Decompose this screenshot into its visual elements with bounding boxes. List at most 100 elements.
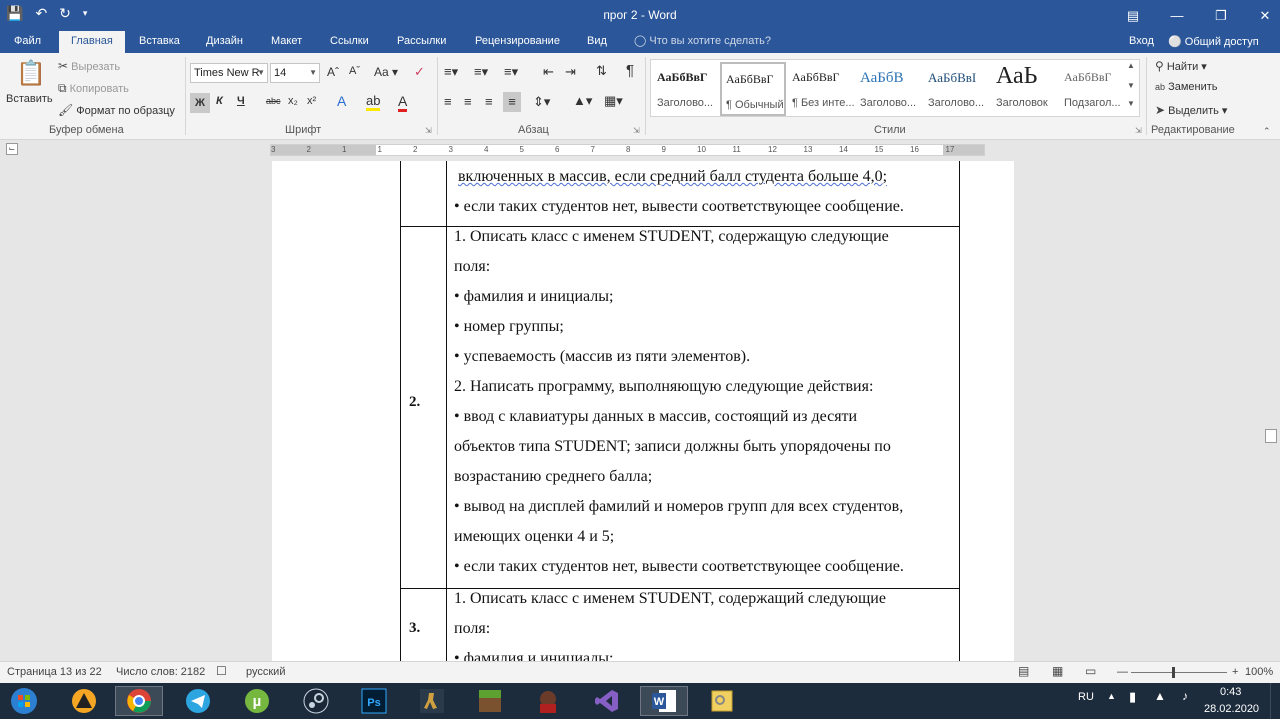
font-size-combo[interactable]: 14 ▼ [270, 63, 320, 83]
superscript-button[interactable]: x² [307, 95, 316, 107]
collapse-ribbon-icon[interactable]: ⌃ [1263, 126, 1271, 137]
tell-me-search[interactable]: ◯ Что вы хотите сделать? [634, 34, 771, 47]
tab-selector-icon[interactable]: ⌙ [6, 143, 18, 155]
print-layout-icon[interactable]: ▦ [1052, 664, 1063, 678]
show-desktop-button[interactable] [1270, 683, 1280, 719]
show-formatting-icon[interactable]: ¶ [626, 62, 634, 79]
align-right-icon[interactable]: ≡ [485, 94, 493, 109]
tab-file[interactable]: Файл [14, 31, 41, 53]
font-name-combo[interactable]: Times New R ▼ [190, 63, 268, 83]
paragraph-dialog-launcher-icon[interactable]: ⇲ [633, 126, 640, 135]
tab-references[interactable]: Ссылки [330, 31, 369, 53]
taskbar-app[interactable] [115, 686, 163, 716]
decrease-indent-icon[interactable]: ⇤ [543, 64, 554, 80]
styles-more-icon[interactable]: ▼ [1127, 99, 1135, 108]
select-button[interactable]: ➤ Выделить ▾ [1155, 103, 1227, 117]
taskbar-app[interactable] [408, 686, 456, 716]
zoom-level[interactable]: 100% [1245, 666, 1273, 678]
bullets-icon[interactable]: ≡▾ [444, 64, 458, 80]
highlight-icon[interactable]: ab [366, 93, 381, 111]
network-icon[interactable]: ▲ [1154, 689, 1166, 703]
sort-icon[interactable]: ⇅ [596, 63, 607, 79]
ribbon-display-options-icon[interactable]: ▤ [1118, 0, 1148, 31]
align-center-icon[interactable]: ≡ [464, 94, 472, 109]
justify-icon[interactable]: ≡ [503, 92, 521, 112]
word-count[interactable]: Число слов: 2182 [116, 666, 205, 678]
text-effects-icon[interactable]: A [337, 93, 346, 109]
input-language[interactable]: RU [1078, 691, 1094, 703]
paste-icon[interactable]: 📋 [16, 59, 46, 88]
font-color-icon[interactable]: A [398, 93, 408, 112]
styles-scroll-down-icon[interactable]: ▼ [1127, 81, 1135, 90]
find-button[interactable]: ⚲ Найти ▾ [1155, 59, 1207, 73]
taskbar-app[interactable] [583, 686, 631, 716]
taskbar-app[interactable] [60, 686, 108, 716]
increase-indent-icon[interactable]: ⇥ [565, 64, 576, 80]
page-count[interactable]: Страница 13 из 22 [7, 666, 102, 678]
bold-button[interactable]: Ж [190, 93, 210, 113]
zoom-in-icon[interactable]: + [1232, 666, 1238, 678]
shading-icon[interactable]: ▲▾ [573, 93, 592, 109]
taskbar-app[interactable] [466, 686, 514, 716]
vertical-scrollbar[interactable] [1262, 140, 1280, 661]
style-subtitle[interactable]: АаБбВвГ Подзагол... [1060, 62, 1126, 116]
taskbar-app[interactable] [292, 686, 340, 716]
share-button[interactable]: ⚪ Общий доступ [1168, 35, 1259, 48]
tab-insert[interactable]: Вставка [139, 31, 180, 53]
tab-view[interactable]: Вид [587, 31, 607, 53]
tray-expand-icon[interactable]: ▲ [1107, 691, 1116, 701]
start-button[interactable] [2, 686, 46, 716]
horizontal-ruler[interactable]: 3 2 1 1 2 3 4 5 6 7 8 9 10 11 12 13 14 15 16 17 [270, 144, 985, 156]
clock-time[interactable]: 0:43 [1220, 686, 1241, 698]
line-spacing-icon[interactable]: ⇕▾ [533, 94, 550, 110]
italic-button[interactable]: К [216, 95, 223, 107]
tab-home[interactable]: Главная [59, 31, 125, 53]
clock-date[interactable]: 28.02.2020 [1204, 703, 1259, 715]
style-title[interactable]: АаЬ Заголовок [992, 62, 1058, 116]
clear-formatting-icon[interactable]: ✓ [414, 64, 425, 80]
close-icon[interactable]: ✕ [1250, 0, 1280, 31]
multilevel-list-icon[interactable]: ≡▾ [504, 64, 518, 80]
tab-mailings[interactable]: Рассылки [397, 31, 446, 53]
paste-button[interactable]: Вставить [6, 93, 53, 105]
read-mode-icon[interactable]: ▤ [1018, 664, 1029, 678]
proofing-icon[interactable]: ☐ [216, 664, 227, 678]
battery-icon[interactable]: ▮ [1129, 689, 1136, 705]
zoom-slider[interactable] [1131, 672, 1227, 673]
sign-in-link[interactable]: Вход [1129, 35, 1154, 47]
style-normal[interactable]: АаБбВвГ ¶ Обычный [720, 62, 786, 116]
format-painter-button[interactable]: 🖌 Формат по образцу [58, 103, 175, 117]
align-left-icon[interactable]: ≡ [444, 94, 452, 109]
volume-icon[interactable]: ♪ [1182, 689, 1188, 703]
replace-button[interactable]: ab Заменить [1155, 81, 1218, 93]
style-no-spacing[interactable]: АаБбВвГ ¶ Без инте... [788, 62, 855, 116]
change-case-icon[interactable]: Aa ▾ [374, 65, 398, 79]
shrink-font-icon[interactable]: Aˇ [349, 65, 360, 77]
restore-icon[interactable]: ❐ [1206, 0, 1236, 31]
numbering-icon[interactable]: ≡▾ [474, 64, 488, 80]
language-indicator[interactable]: русский [246, 666, 285, 678]
grow-font-icon[interactable]: Aˆ [327, 65, 339, 79]
style-heading-1[interactable]: АаБбВвГ Заголово... [653, 62, 719, 116]
taskbar-app[interactable] [698, 686, 746, 716]
font-dialog-launcher-icon[interactable]: ⇲ [425, 126, 432, 135]
zoom-slider-thumb[interactable] [1172, 667, 1175, 678]
cut-button[interactable]: ✂ Вырезать [58, 59, 120, 73]
underline-button[interactable]: Ч [237, 95, 245, 107]
taskbar-app[interactable] [174, 686, 222, 716]
minimize-icon[interactable]: — [1162, 0, 1192, 31]
taskbar-app-word[interactable]: W [640, 686, 688, 716]
zoom-out-icon[interactable]: — [1117, 666, 1128, 678]
style-heading-3[interactable]: АаБбВвІ Заголово... [924, 62, 990, 116]
scrollbar-thumb[interactable] [1265, 429, 1277, 443]
document-page[interactable]: включенных в массив, если средний балл с… [272, 161, 1014, 661]
styles-dialog-launcher-icon[interactable]: ⇲ [1135, 126, 1142, 135]
strikethrough-button[interactable]: abc [266, 96, 281, 106]
tab-design[interactable]: Дизайн [206, 31, 243, 53]
copy-button[interactable]: ⧉ Копировать [58, 81, 129, 96]
tab-layout[interactable]: Макет [271, 31, 302, 53]
styles-scroll-up-icon[interactable]: ▲ [1127, 61, 1135, 70]
borders-icon[interactable]: ▦▾ [604, 93, 623, 109]
taskbar-app[interactable]: Ps [350, 686, 398, 716]
tab-review[interactable]: Рецензирование [475, 31, 560, 53]
